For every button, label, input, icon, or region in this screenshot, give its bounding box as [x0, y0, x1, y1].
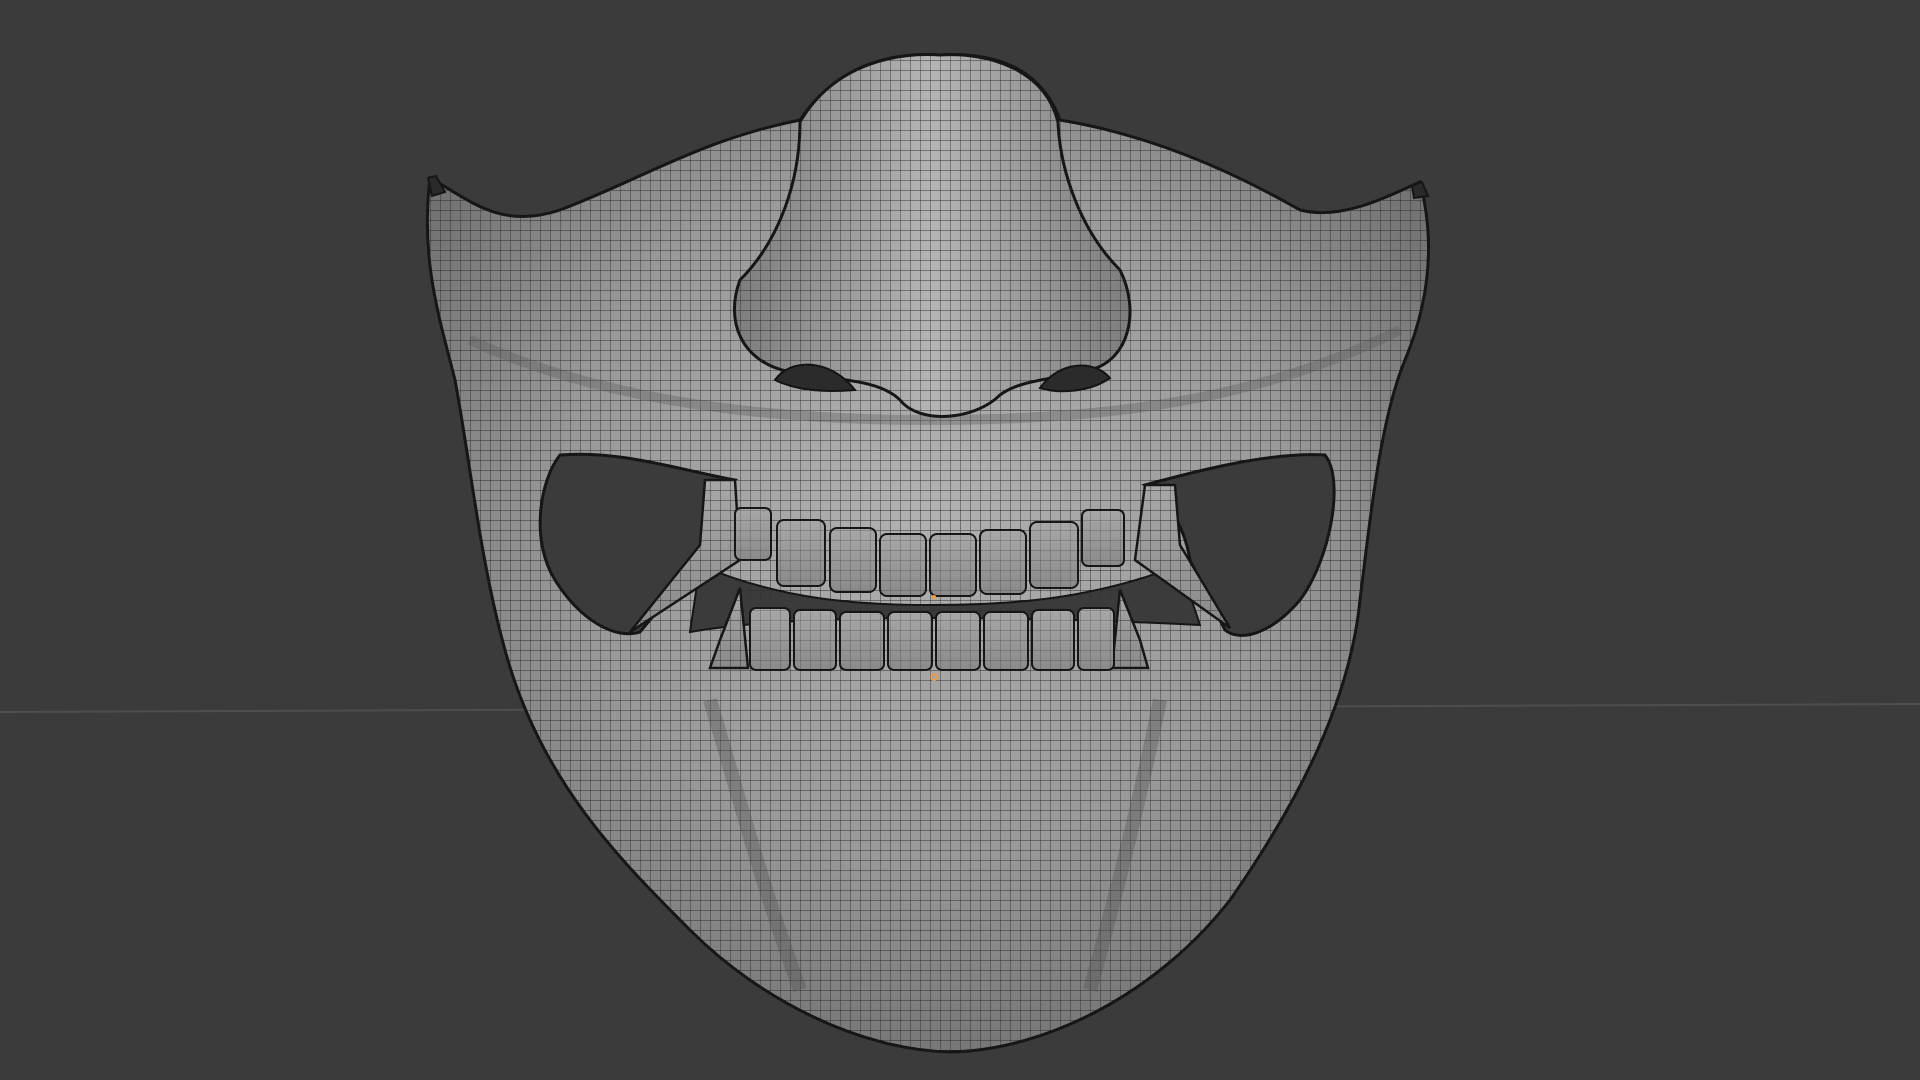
upper-teeth: [734, 507, 1125, 598]
left-ear-tab: [426, 174, 447, 198]
3d-viewport[interactable]: [0, 0, 1920, 1080]
right-ear-tab: [1410, 180, 1430, 200]
mask-mesh[interactable]: [425, 53, 1430, 1054]
lower-teeth: [749, 607, 1115, 672]
viewport-canvas[interactable]: [0, 0, 1920, 1080]
